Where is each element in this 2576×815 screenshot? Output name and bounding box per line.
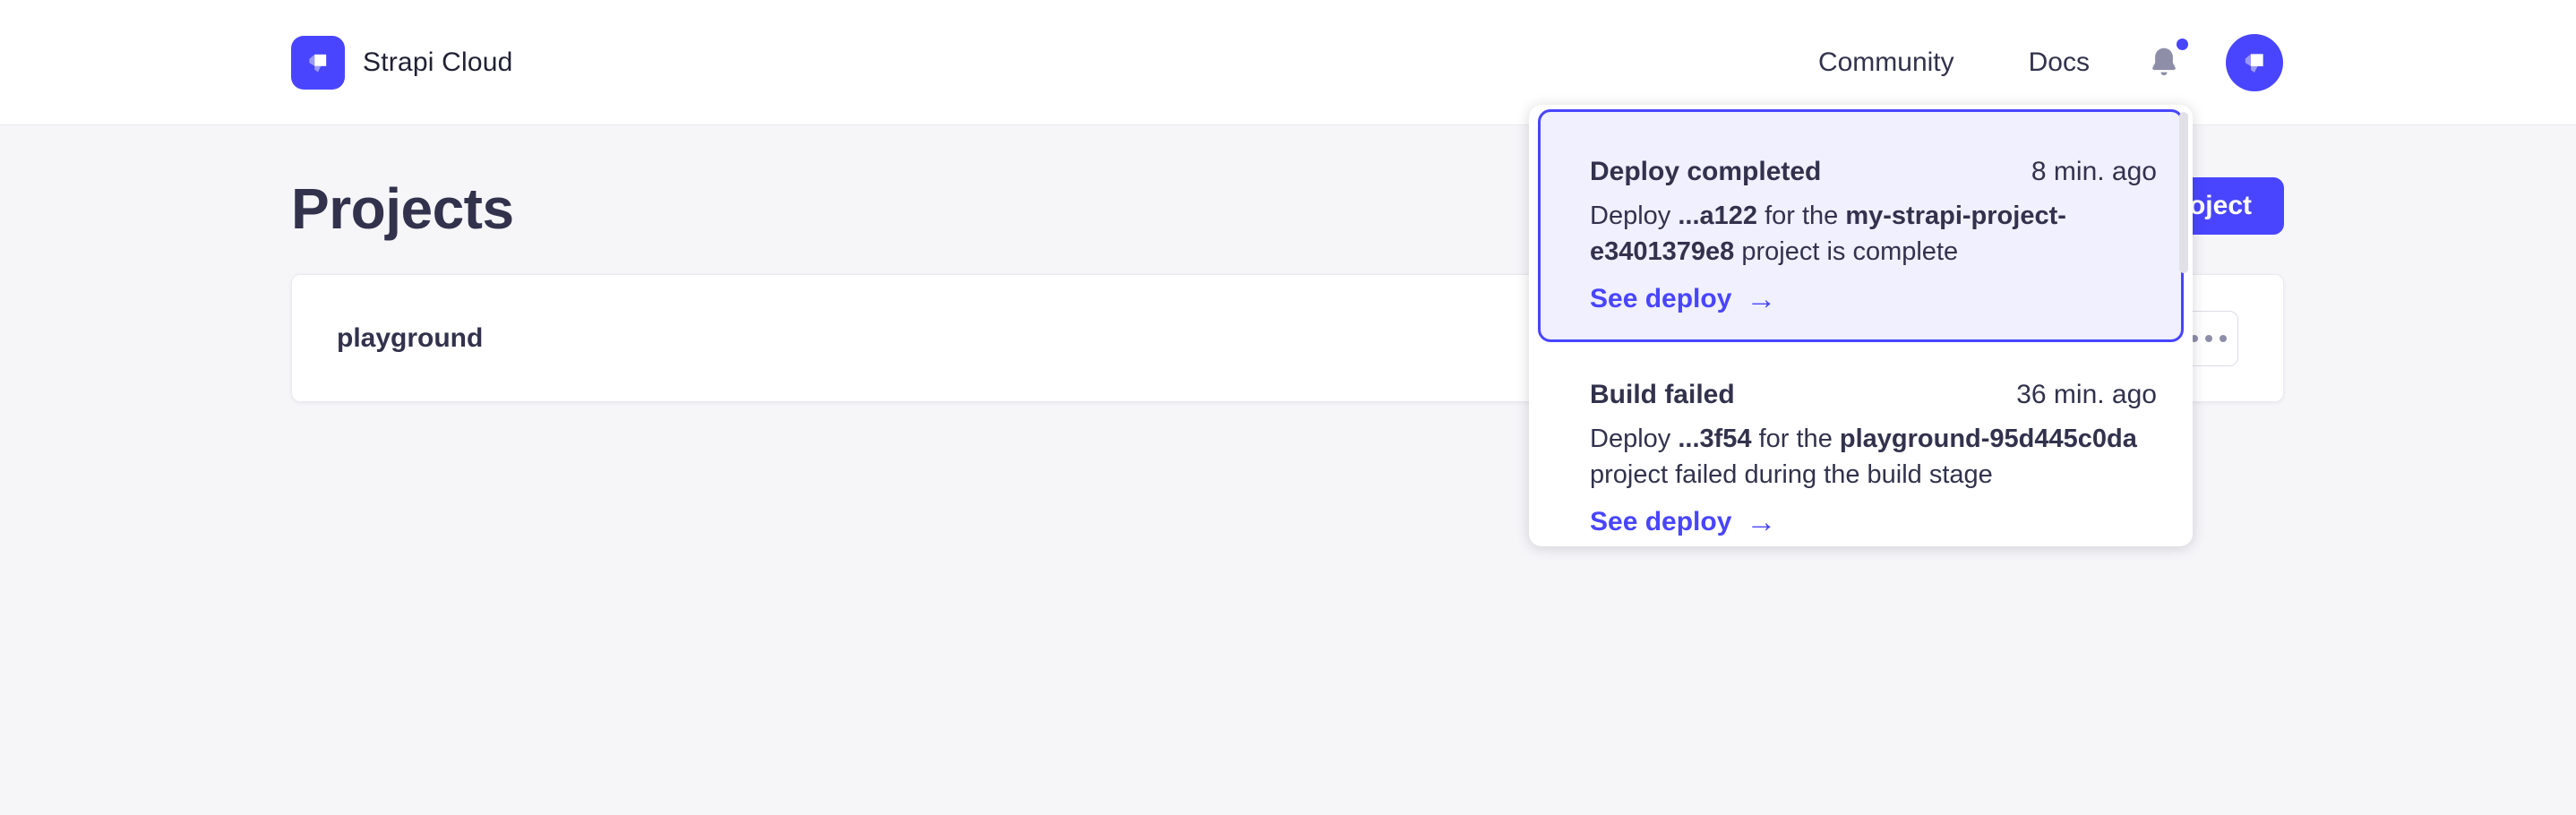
notification-item-build-failed[interactable]: Build failed 36 min. ago Deploy ...3f54 … xyxy=(1529,342,2193,537)
arrow-right-icon: → xyxy=(1746,284,1776,314)
nav-link-community[interactable]: Community xyxy=(1818,47,1954,78)
notifications-dropdown: Deploy completed 8 min. ago Deploy ...a1… xyxy=(1529,105,2193,546)
notification-item-deploy-completed[interactable]: Deploy completed 8 min. ago Deploy ...a1… xyxy=(1538,109,2184,342)
bell-icon xyxy=(2149,46,2179,80)
arrow-right-icon: → xyxy=(1746,507,1776,537)
notification-title: Build failed xyxy=(1590,380,1735,410)
see-deploy-label: See deploy xyxy=(1590,507,1731,537)
project-name: playground xyxy=(337,323,483,354)
strapi-logo-icon xyxy=(291,36,345,90)
see-deploy-link[interactable]: See deploy → xyxy=(1590,284,1776,314)
page-title: Projects xyxy=(291,176,514,242)
notification-title: Deploy completed xyxy=(1590,157,1821,187)
brand-name: Strapi Cloud xyxy=(363,47,513,78)
notification-timestamp: 36 min. ago xyxy=(2016,380,2157,410)
see-deploy-label: See deploy xyxy=(1590,284,1731,314)
unread-dot-icon xyxy=(2177,39,2188,50)
strapi-avatar-icon xyxy=(2237,45,2272,81)
strapi-mark-icon xyxy=(301,46,335,80)
notification-header: Deploy completed 8 min. ago xyxy=(1590,157,2157,187)
notification-header: Build failed 36 min. ago xyxy=(1590,380,2157,410)
notification-timestamp: 8 min. ago xyxy=(2031,157,2157,187)
brand[interactable]: Strapi Cloud xyxy=(291,36,513,90)
notification-body: Deploy ...a122 for the my-strapi-project… xyxy=(1590,198,2157,270)
nav-link-docs[interactable]: Docs xyxy=(2029,47,2090,78)
scrollbar-thumb[interactable] xyxy=(2179,112,2188,273)
user-avatar[interactable] xyxy=(2226,34,2283,91)
see-deploy-link[interactable]: See deploy → xyxy=(1590,507,1776,537)
notifications-button[interactable] xyxy=(2149,46,2179,80)
app-header: Strapi Cloud Community Docs xyxy=(0,0,2576,125)
notification-body: Deploy ...3f54 for the playground-95d445… xyxy=(1590,421,2157,493)
